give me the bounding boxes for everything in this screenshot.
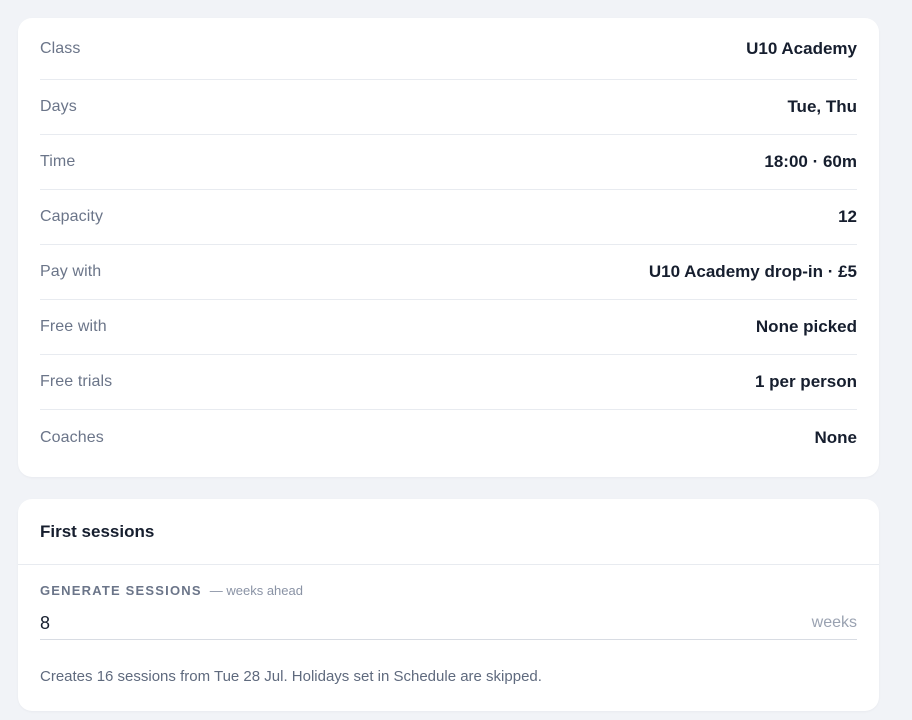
first-sessions-header: First sessions [18,499,879,565]
row-label: Class [40,39,81,57]
generate-sessions-label-line: GENERATE SESSIONS — weeks ahead [40,583,857,599]
row-label: Free trials [40,373,113,390]
summary-row-days: Days Tue, Thu [40,80,857,135]
weeks-ahead-input[interactable] [40,612,640,634]
first-sessions-card: First sessions GENERATE SESSIONS — weeks… [18,499,879,711]
summary-row-pay-with: Pay with U10 Academy drop-in · £5 [40,245,857,300]
generate-sessions-label: GENERATE SESSIONS [40,583,202,598]
weeks-ahead-field: weeks [40,607,857,640]
class-summary-card: Class U10 Academy Days Tue, Thu Time 18:… [18,18,879,477]
summary-rows: Class U10 Academy Days Tue, Thu Time 18:… [18,18,879,465]
summary-row-free-trials: Free trials 1 per person [40,355,857,410]
row-label: Pay with [40,263,102,280]
row-label: Free with [40,318,107,335]
row-label: Days [40,98,77,115]
summary-row-time: Time 18:00 · 60m [40,135,857,190]
sessions-note: Creates 16 sessions from Tue 28 Jul. Hol… [40,668,542,685]
row-value: 12 [838,207,857,226]
row-label: Coaches [40,428,104,446]
row-value: 18:00 · 60m [764,152,857,171]
summary-row-class: Class U10 Academy [40,18,857,80]
weeks-ahead-hint: — weeks ahead [209,583,303,598]
row-value: 1 per person [754,372,857,391]
weeks-unit-label: weeks [811,614,857,631]
summary-row-free-with: Free with None picked [40,300,857,355]
first-sessions-body: GENERATE SESSIONS — weeks ahead weeks Cr… [18,565,879,685]
row-value: U10 Academy drop-in · £5 [648,262,857,281]
row-value: Tue, Thu [787,97,857,116]
row-value: None picked [755,317,857,336]
summary-row-coaches: Coaches None [40,410,857,465]
row-value: None [814,427,858,447]
row-label: Capacity [40,208,104,225]
section-title: First sessions [40,521,155,541]
row-value: U10 Academy [746,38,857,58]
summary-row-capacity: Capacity 12 [40,190,857,245]
row-label: Time [40,153,76,170]
